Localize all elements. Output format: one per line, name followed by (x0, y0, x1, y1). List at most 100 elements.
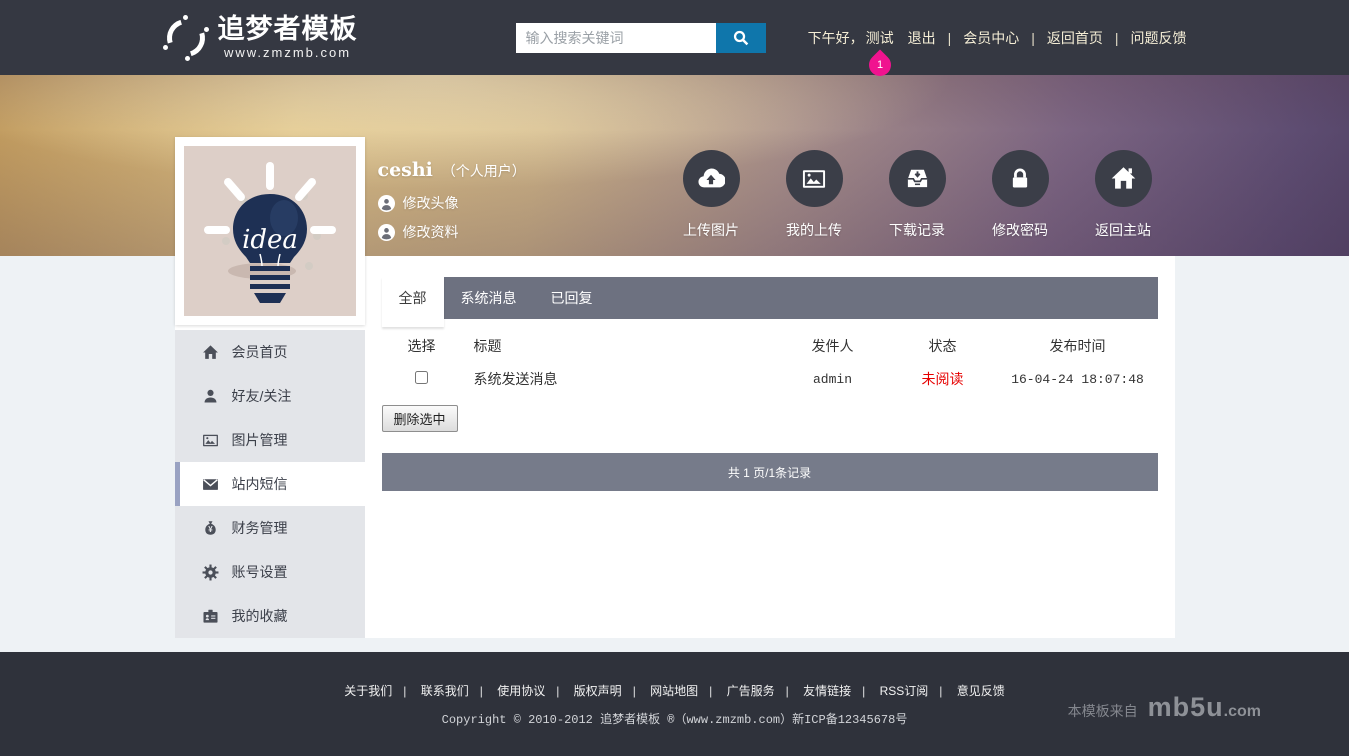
user-icon (378, 224, 395, 241)
nav-link-back-home[interactable]: 返回首页 (1047, 28, 1103, 48)
search-button[interactable] (716, 23, 766, 53)
site-url: www.zmzmb.com (218, 46, 358, 59)
user-icon (378, 195, 395, 212)
sidebar-item-account-settings[interactable]: 账号设置 (175, 550, 365, 594)
message-tabs: 全部 系统消息 已回复 (382, 277, 1158, 319)
site-title: 追梦者模板 (218, 16, 358, 43)
nav-link-member-center[interactable]: 会员中心 (963, 28, 1019, 48)
nav-link-feedback[interactable]: 问题反馈 (1131, 28, 1187, 48)
money-bag-icon: ¥ (202, 520, 219, 537)
delete-selected-button[interactable]: 删除选中 (382, 405, 458, 432)
copyright-text: Copyright © 2010-2012 追梦者模板 ®（www.zmzmb.… (175, 710, 1175, 727)
message-sender: admin (778, 372, 888, 387)
pagination-bar: 共 1 页/1条记录 (382, 453, 1158, 491)
col-header-status: 状态 (888, 336, 998, 356)
credit-suffix: .com (1224, 703, 1261, 721)
site-logo[interactable]: 追梦者模板 www.zmzmb.com (163, 15, 358, 61)
mail-icon (202, 476, 219, 493)
message-time: 16-04-24 18:07:48 (998, 372, 1158, 387)
svg-text:¥: ¥ (208, 525, 213, 534)
col-header-sender: 发件人 (778, 336, 888, 356)
tab-system-messages[interactable]: 系统消息 (444, 277, 534, 319)
user-profile-block: ceshi （个人用户） 修改头像 修改资料 (378, 159, 526, 242)
table-row: 系统发送消息 admin 未阅读 16-04-24 18:07:48 (382, 361, 1158, 397)
nav-separator: | (1031, 30, 1035, 46)
footer-separator: | (939, 684, 942, 698)
footer-separator: | (862, 684, 865, 698)
quick-link-download-history[interactable]: 下载记录 (866, 150, 969, 240)
sidebar-item-my-favorites[interactable]: 我的收藏 (175, 594, 365, 638)
footer-link-rss[interactable]: RSS订阅 (880, 684, 929, 698)
top-navbar: 追梦者模板 www.zmzmb.com 下午好， 测试 1 退出 | 会员中心 … (0, 0, 1349, 75)
quick-links: 上传图片 我的上传 下载记录 修改密码 返回主站 (660, 150, 1175, 240)
nav-separator: | (948, 30, 952, 46)
greeting-text: 下午好， (808, 28, 864, 48)
footer-links: 关于我们 | 联系我们 | 使用协议 | 版权声明 | 网站地图 | 广告服务 | 友情链接… (175, 682, 1175, 699)
avatar[interactable]: idea (175, 137, 365, 325)
sidebar-item-site-messages[interactable]: 站内短信 (175, 462, 365, 506)
home-icon (202, 344, 219, 361)
gear-icon (202, 564, 219, 581)
search-icon (732, 29, 750, 47)
search-input[interactable] (516, 23, 716, 53)
profile-username: ceshi (378, 159, 433, 181)
footer-link-about[interactable]: 关于我们 (344, 684, 392, 698)
cloud-upload-icon (697, 165, 725, 193)
sidebar-item-image-management[interactable]: 图片管理 (175, 418, 365, 462)
quick-link-upload-image[interactable]: 上传图片 (660, 150, 763, 240)
tab-replied[interactable]: 已回复 (534, 277, 610, 319)
image-icon (202, 432, 219, 449)
col-header-title: 标题 (462, 336, 778, 356)
content-area: idea 会员首页 好友/关注 图片管理 (175, 256, 1175, 638)
id-badge-icon (202, 608, 219, 625)
footer-link-terms[interactable]: 使用协议 (497, 684, 545, 698)
footer-link-contact[interactable]: 联系我们 (421, 684, 469, 698)
user-nav: 下午好， 测试 1 退出 | 会员中心 | 返回首页 | 问题反馈 (808, 28, 1187, 48)
col-header-select: 选择 (382, 336, 462, 356)
edit-avatar-link[interactable]: 修改头像 (378, 193, 526, 213)
sidebar-menu: 会员首页 好友/关注 图片管理 站内短信 ¥ 财务管理 账号设置 (175, 330, 365, 638)
footer-link-feedback[interactable]: 意见反馈 (957, 684, 1005, 698)
table-header-row: 选择 标题 发件人 状态 发布时间 (382, 331, 1158, 361)
message-title-link[interactable]: 系统发送消息 (462, 369, 778, 389)
sidebar-item-friends[interactable]: 好友/关注 (175, 374, 365, 418)
footer-separator: | (556, 684, 559, 698)
credit-prefix: 本模板来自 (1068, 701, 1138, 721)
quick-link-back-to-main-site[interactable]: 返回主站 (1072, 150, 1175, 240)
profile-user-type: （个人用户） (442, 163, 526, 179)
home-icon (1110, 165, 1137, 192)
footer-separator: | (786, 684, 789, 698)
sidebar-item-finance[interactable]: ¥ 财务管理 (175, 506, 365, 550)
footer-link-sitemap[interactable]: 网站地图 (650, 684, 698, 698)
footer-link-friend-links[interactable]: 友情链接 (803, 684, 851, 698)
quick-link-my-uploads[interactable]: 我的上传 (763, 150, 866, 240)
footer-separator: | (403, 684, 406, 698)
search-bar (516, 23, 766, 53)
row-select-checkbox[interactable] (415, 371, 428, 384)
footer-link-copyright[interactable]: 版权声明 (574, 684, 622, 698)
footer-separator: | (480, 684, 483, 698)
tab-all[interactable]: 全部 (382, 277, 444, 327)
messages-panel: 全部 系统消息 已回复 选择 标题 发件人 状态 发布时间 系统发送消息 adm… (365, 256, 1175, 638)
svg-text:idea: idea (242, 225, 298, 255)
sidebar: idea 会员首页 好友/关注 图片管理 (175, 256, 365, 638)
lock-icon (1007, 166, 1033, 192)
footer: 关于我们 | 联系我们 | 使用协议 | 版权声明 | 网站地图 | 广告服务 | 友情链接… (0, 652, 1349, 756)
edit-profile-link[interactable]: 修改资料 (378, 222, 526, 242)
quick-link-change-password[interactable]: 修改密码 (969, 150, 1072, 240)
image-icon (801, 166, 827, 192)
sidebar-item-member-home[interactable]: 会员首页 (175, 330, 365, 374)
message-count-badge[interactable]: 1 (864, 49, 895, 80)
logout-link[interactable]: 退出 (908, 28, 936, 48)
nav-separator: | (1115, 30, 1119, 46)
mb5u-logo[interactable]: mb5u (1148, 692, 1224, 723)
messages-table: 选择 标题 发件人 状态 发布时间 系统发送消息 admin 未阅读 16-04… (382, 331, 1158, 397)
lightbulb-idea-image: idea (184, 146, 356, 316)
username-link[interactable]: 测试 1 (866, 28, 894, 48)
col-header-time: 发布时间 (998, 336, 1158, 356)
footer-separator: | (709, 684, 712, 698)
user-icon (202, 388, 219, 405)
template-credit: 本模板来自 mb5u .com (1068, 692, 1261, 723)
message-status-badge: 未阅读 (888, 369, 998, 389)
footer-link-ads[interactable]: 广告服务 (727, 684, 775, 698)
